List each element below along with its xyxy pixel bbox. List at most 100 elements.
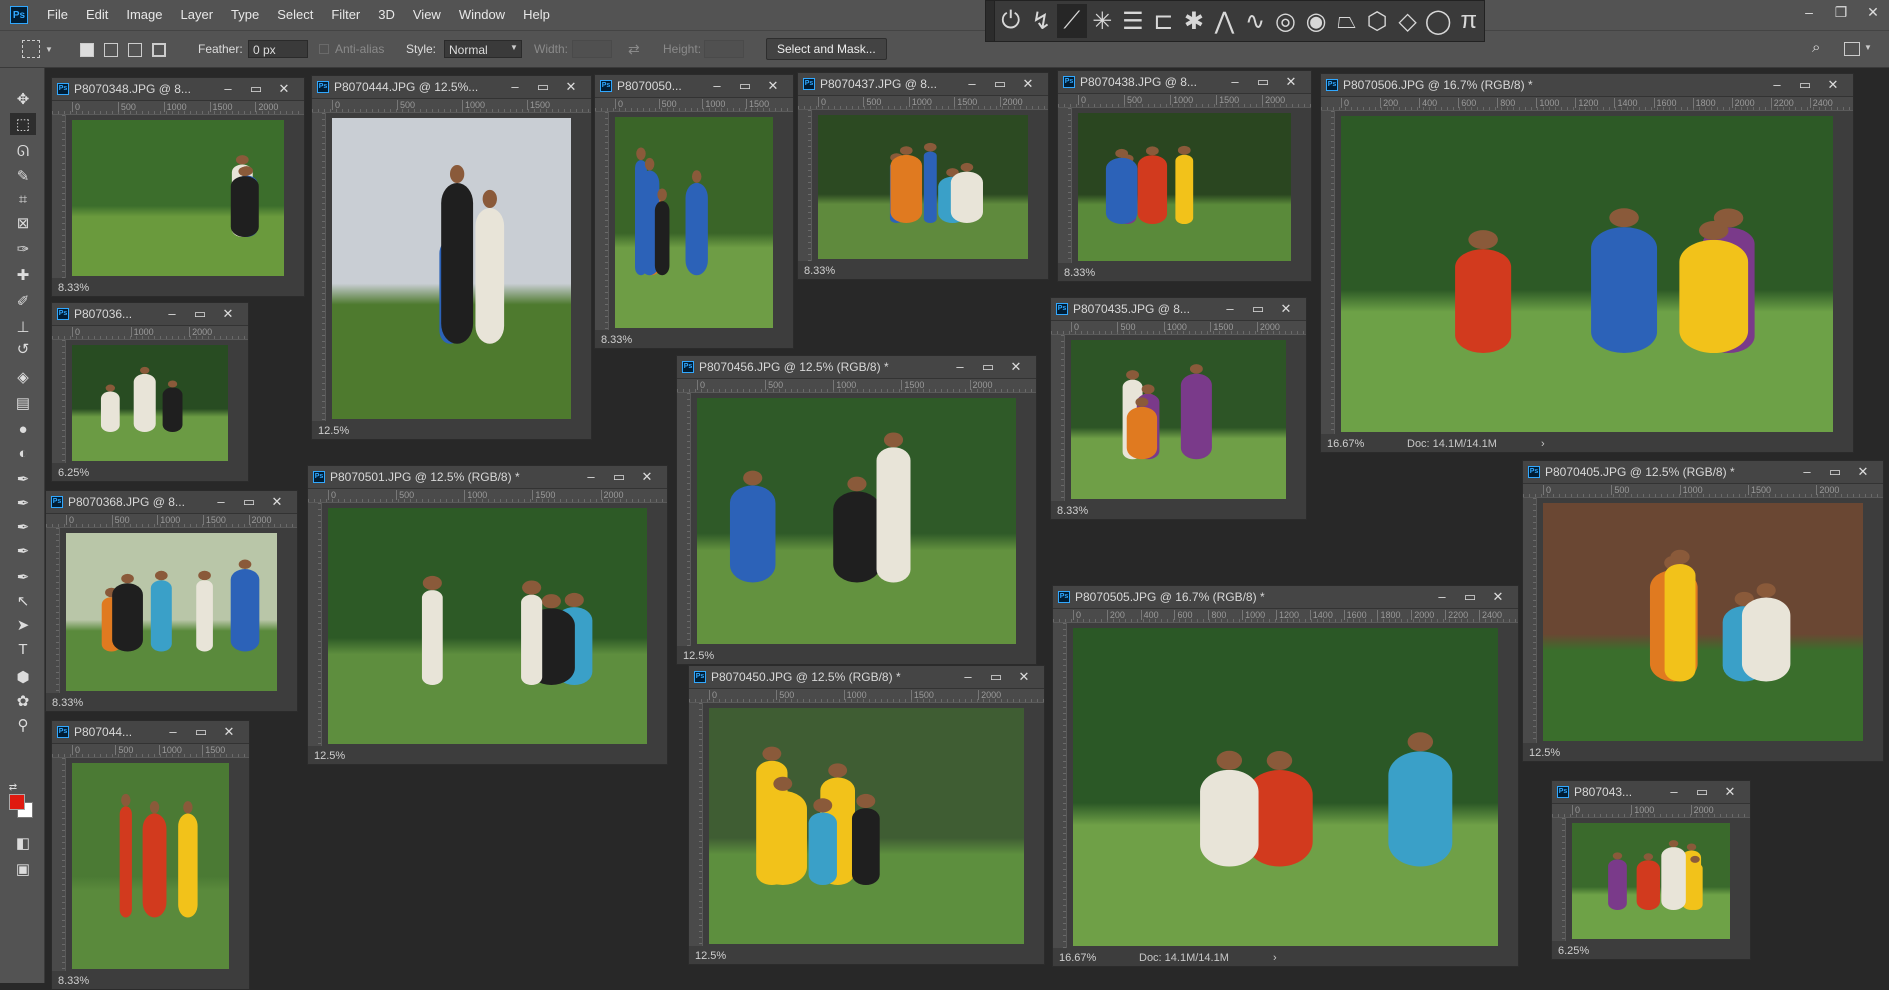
- close-icon[interactable]: ✕: [759, 75, 787, 98]
- document-canvas[interactable]: [818, 115, 1028, 259]
- menu-type[interactable]: Type: [222, 0, 268, 30]
- double-spiral-icon[interactable]: ◉: [1301, 4, 1332, 38]
- menu-edit[interactable]: Edit: [77, 0, 117, 30]
- pen-icon[interactable]: ✒: [10, 468, 36, 490]
- zoom-level[interactable]: 8.33%: [58, 975, 89, 987]
- document-canvas[interactable]: [1071, 340, 1286, 499]
- feather-input[interactable]: 0 px: [248, 40, 308, 58]
- document-window[interactable]: Ps P8070437.JPG @ 8... – ▭ ✕ 0 500 1000 150…: [797, 72, 1049, 280]
- document-window[interactable]: Ps P8070450.JPG @ 12.5% (RGB/8) * – ▭ ✕ …: [688, 665, 1045, 965]
- workspace-icon[interactable]: [1844, 42, 1860, 56]
- crop-icon[interactable]: ⌗: [10, 188, 36, 210]
- document-titlebar[interactable]: Ps P8070444.JPG @ 12.5%... – ▭ ✕: [312, 76, 591, 99]
- close-icon[interactable]: ✕: [557, 76, 585, 99]
- chevron-right-icon[interactable]: ›: [1273, 950, 1277, 966]
- maximize-icon[interactable]: ▭: [982, 666, 1010, 689]
- document-canvas[interactable]: [615, 117, 773, 328]
- eraser-icon[interactable]: ◈: [10, 366, 36, 388]
- document-canvas[interactable]: [66, 533, 277, 691]
- document-canvas[interactable]: [72, 120, 284, 276]
- triangle-icon[interactable]: ⋀: [1209, 4, 1240, 38]
- document-window[interactable]: Ps P8070505.JPG @ 16.7% (RGB/8) * – ▭ ✕ …: [1052, 585, 1519, 967]
- maximize-icon[interactable]: ▭: [605, 466, 633, 489]
- minimize-icon[interactable]: –: [159, 721, 187, 744]
- add-selection-icon[interactable]: [104, 43, 118, 57]
- document-window[interactable]: Ps P8070444.JPG @ 12.5%... – ▭ ✕ 0 500 100…: [311, 75, 592, 440]
- minimize-icon[interactable]: –: [1428, 586, 1456, 609]
- cube-icon[interactable]: ⬡: [1362, 4, 1393, 38]
- zoom-icon[interactable]: ⚲: [10, 714, 36, 736]
- document-window[interactable]: Ps P8070050... – ▭ ✕ 0 500 1000 1500 8.33%: [594, 74, 794, 349]
- frame-icon[interactable]: ⊠: [10, 212, 36, 234]
- menu-filter[interactable]: Filter: [322, 0, 369, 30]
- document-canvas[interactable]: [72, 763, 229, 969]
- document-canvas[interactable]: [1341, 116, 1833, 432]
- close-icon[interactable]: ✕: [1716, 781, 1744, 804]
- text-icon[interactable]: T: [10, 638, 36, 660]
- circle-icon[interactable]: ◯: [1423, 4, 1454, 38]
- swap-colors-icon[interactable]: ⇄: [6, 776, 20, 798]
- menu-view[interactable]: View: [404, 0, 450, 30]
- zoom-level[interactable]: 16.67%: [1327, 438, 1364, 450]
- menu-help[interactable]: Help: [514, 0, 559, 30]
- document-titlebar[interactable]: Ps P807036... – ▭ ✕: [52, 303, 248, 326]
- document-canvas[interactable]: [1543, 503, 1863, 741]
- document-titlebar[interactable]: Ps P8070450.JPG @ 12.5% (RGB/8) * – ▭ ✕: [689, 666, 1044, 689]
- quick-select-icon[interactable]: ✎: [10, 165, 36, 187]
- select-and-mask-button[interactable]: Select and Mask...: [766, 38, 887, 60]
- minimize-icon[interactable]: –: [1660, 781, 1688, 804]
- zoom-level[interactable]: 6.25%: [58, 467, 89, 479]
- document-canvas[interactable]: [1572, 823, 1730, 939]
- maximize-icon[interactable]: ▭: [186, 303, 214, 326]
- marquee-icon[interactable]: ⬚: [10, 113, 36, 135]
- pen-2-icon[interactable]: ✒: [10, 492, 36, 514]
- document-titlebar[interactable]: Ps P8070456.JPG @ 12.5% (RGB/8) * – ▭ ✕: [677, 356, 1036, 379]
- document-window[interactable]: Ps P8070456.JPG @ 12.5% (RGB/8) * – ▭ ✕ …: [676, 355, 1037, 665]
- menu-layer[interactable]: Layer: [172, 0, 223, 30]
- eyedropper-icon[interactable]: ✑: [10, 238, 36, 260]
- dodge-icon[interactable]: ◐: [10, 442, 36, 464]
- minimize-icon[interactable]: –: [1221, 71, 1249, 94]
- close-icon[interactable]: ✕: [1010, 666, 1038, 689]
- maximize-icon[interactable]: ▭: [986, 73, 1014, 96]
- menu-3d[interactable]: 3D: [369, 0, 404, 30]
- close-icon[interactable]: ✕: [1014, 73, 1042, 96]
- document-canvas[interactable]: [709, 708, 1024, 944]
- close-icon[interactable]: ✕: [1002, 356, 1030, 379]
- zoom-level[interactable]: 8.33%: [58, 282, 89, 294]
- document-window[interactable]: Ps P8070405.JPG @ 12.5% (RGB/8) * – ▭ ✕ …: [1522, 460, 1884, 762]
- subtract-selection-icon[interactable]: [128, 43, 142, 57]
- close-icon[interactable]: ✕: [1857, 0, 1889, 26]
- document-titlebar[interactable]: Ps P8070437.JPG @ 8... – ▭ ✕: [798, 73, 1048, 96]
- close-icon[interactable]: ✕: [1849, 461, 1877, 484]
- menu-select[interactable]: Select: [268, 0, 322, 30]
- minimize-icon[interactable]: –: [158, 303, 186, 326]
- stamp-icon[interactable]: ⊥: [10, 316, 36, 338]
- document-titlebar[interactable]: Ps P807043... – ▭ ✕: [1552, 781, 1750, 804]
- document-window[interactable]: Ps P8070348.JPG @ 8... – ▭ ✕ 0 500 1000 150…: [51, 77, 305, 297]
- document-canvas[interactable]: [1078, 113, 1291, 261]
- photoshop-logo[interactable]: Ps: [10, 6, 28, 24]
- document-canvas[interactable]: [1073, 628, 1498, 946]
- intersect-selection-icon[interactable]: [152, 43, 166, 57]
- document-titlebar[interactable]: Ps P8070506.JPG @ 16.7% (RGB/8) * – ▭ ✕: [1321, 74, 1853, 97]
- close-icon[interactable]: ✕: [633, 466, 661, 489]
- maximize-icon[interactable]: ▭: [1244, 298, 1272, 321]
- minimize-icon[interactable]: –: [954, 666, 982, 689]
- maximize-icon[interactable]: ❐: [1825, 0, 1857, 26]
- maximize-icon[interactable]: ▭: [242, 78, 270, 101]
- close-icon[interactable]: ✕: [1272, 298, 1300, 321]
- maximize-icon[interactable]: ▭: [1688, 781, 1716, 804]
- close-icon[interactable]: ✕: [263, 491, 291, 514]
- minimize-icon[interactable]: –: [1793, 461, 1821, 484]
- move-icon[interactable]: ✥: [10, 88, 36, 110]
- chevron-down-icon[interactable]: ▼: [45, 45, 53, 54]
- document-canvas[interactable]: [328, 508, 647, 744]
- document-titlebar[interactable]: Ps P8070435.JPG @ 8... – ▭ ✕: [1051, 298, 1306, 321]
- gradient-icon[interactable]: ▤: [10, 392, 36, 414]
- document-titlebar[interactable]: Ps P8070438.JPG @ 8... – ▭ ✕: [1058, 71, 1311, 94]
- zoom-level[interactable]: 8.33%: [52, 697, 83, 709]
- pen-5-icon[interactable]: ✒: [10, 566, 36, 588]
- maximize-icon[interactable]: ▭: [1456, 586, 1484, 609]
- zoom-level[interactable]: 8.33%: [601, 334, 632, 346]
